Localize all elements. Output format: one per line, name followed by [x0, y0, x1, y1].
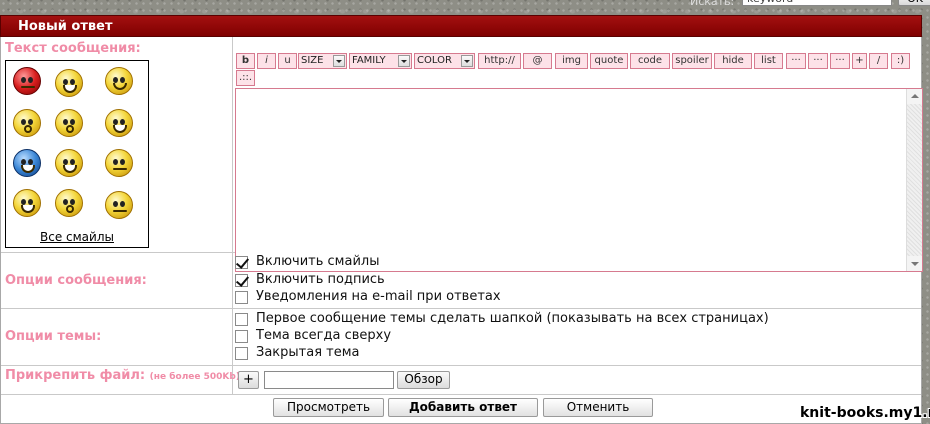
smiley-neutral-icon[interactable]: [105, 149, 133, 177]
option-closed-topic-label: Закрытая тема: [256, 345, 360, 360]
chevron-down-icon: [333, 55, 345, 67]
bbcode-img-button[interactable]: img: [555, 53, 588, 69]
option-pin-first-post-checkbox[interactable]: [235, 313, 248, 326]
bbcode-spoiler-button[interactable]: spoiler: [672, 53, 712, 69]
family-select-value: FAMILY: [352, 55, 386, 66]
bbcode-more-button[interactable]: .::.: [236, 70, 255, 86]
attach-file-title: Прикрепить файл:: [5, 368, 146, 383]
smiley-sad-icon[interactable]: [13, 109, 41, 137]
form-title-bar: Новый ответ: [0, 15, 922, 37]
option-sticky-topic-label: Тема всегда сверху: [256, 328, 392, 343]
smiley-grimace-icon[interactable]: [105, 191, 133, 219]
option-pin-first-post-label: Первое сообщение темы сделать шапкой (по…: [256, 311, 769, 326]
bbcode-slash-button[interactable]: /: [869, 53, 888, 69]
all-smilies-link[interactable]: Все смайлы: [6, 230, 148, 244]
preview-button[interactable]: Просмотреть: [273, 398, 384, 417]
row-divider: [1, 365, 921, 366]
reply-form: Текст сообщения: Все смайлы b i u SIZE F…: [0, 37, 923, 424]
option-enable-smilies-label: Включить смайлы: [256, 254, 380, 269]
smiley-grin-2-icon[interactable]: [55, 149, 83, 177]
smiley-surprised-icon[interactable]: [55, 189, 83, 217]
chevron-down-icon: [398, 55, 410, 67]
column-divider: [232, 37, 233, 394]
smiley-cold-icon[interactable]: [13, 149, 41, 177]
bbcode-email-button[interactable]: @: [523, 53, 552, 69]
smiley-panel: Все смайлы: [5, 60, 149, 248]
bbcode-list-button[interactable]: list: [754, 53, 783, 69]
site-watermark: knit-books.my1.ru: [800, 405, 930, 421]
scroll-up-arrow-icon[interactable]: [907, 89, 922, 104]
search-input[interactable]: keyword: [742, 0, 892, 6]
chevron-down-icon: [461, 55, 473, 67]
smiley-wink-icon[interactable]: [105, 67, 133, 95]
topic-options-label: Опции темы:: [5, 329, 102, 344]
smiley-shocked-icon[interactable]: [55, 109, 83, 137]
attach-file-note: (не более 500Kb): [149, 372, 240, 382]
bbcode-plus-button[interactable]: +: [852, 53, 867, 69]
bbcode-quote-button[interactable]: quote: [590, 53, 628, 69]
file-path-input[interactable]: [264, 371, 394, 389]
bbcode-underline-button[interactable]: u: [278, 53, 297, 69]
bbcode-color-select[interactable]: COLOR: [414, 53, 475, 69]
bbcode-family-select[interactable]: FAMILY: [349, 53, 412, 69]
row-divider: [1, 308, 921, 309]
form-title: Новый ответ: [18, 19, 113, 34]
smiley-angry-icon[interactable]: [13, 67, 41, 95]
bbcode-url-button[interactable]: http://: [478, 53, 521, 69]
option-enable-signature-checkbox[interactable]: [235, 274, 248, 287]
message-text-label: Текст сообщения:: [5, 41, 141, 56]
color-select-value: COLOR: [417, 55, 452, 66]
browse-file-button[interactable]: Обзор: [397, 371, 450, 389]
bbcode-hide-button[interactable]: hide: [714, 53, 752, 69]
row-divider: [1, 394, 921, 395]
cancel-button[interactable]: Отменить: [543, 398, 653, 417]
option-email-notify-checkbox[interactable]: [235, 291, 248, 304]
bbcode-italic-button[interactable]: i: [257, 53, 276, 69]
bbcode-extra-button[interactable]: ···: [808, 53, 828, 69]
bbcode-size-select[interactable]: SIZE: [298, 53, 347, 69]
submit-reply-button[interactable]: Добавить ответ: [388, 398, 538, 417]
option-enable-signature-label: Включить подпись: [256, 272, 385, 287]
search-ok-button[interactable]: OK: [898, 0, 930, 6]
bbcode-code-button[interactable]: code: [630, 53, 670, 69]
smiley-crying-icon[interactable]: [13, 189, 41, 217]
textarea-scrollbar[interactable]: [906, 89, 922, 271]
option-sticky-topic-checkbox[interactable]: [235, 330, 248, 343]
bbcode-bold-button[interactable]: b: [236, 53, 255, 69]
option-enable-smilies-checkbox[interactable]: [235, 256, 248, 269]
option-email-notify-label: Уведомления на e-mail при ответах: [256, 289, 501, 304]
bbcode-extra-button[interactable]: ···: [786, 53, 806, 69]
option-closed-topic-checkbox[interactable]: [235, 347, 248, 360]
bbcode-extra-button[interactable]: ···: [830, 53, 850, 69]
message-textarea[interactable]: [235, 88, 923, 272]
search-label: Искать:: [690, 0, 735, 8]
size-select-value: SIZE: [301, 55, 324, 66]
smiley-grin-icon[interactable]: [55, 69, 83, 97]
add-file-button[interactable]: +: [238, 371, 259, 389]
bbcode-smile-button[interactable]: :): [891, 53, 910, 69]
smiley-laugh-icon[interactable]: [105, 109, 133, 137]
scroll-down-arrow-icon[interactable]: [907, 256, 922, 271]
attach-file-label: Прикрепить файл: (не более 500Kb): [5, 368, 240, 383]
message-options-label: Опции сообщения:: [5, 273, 147, 288]
